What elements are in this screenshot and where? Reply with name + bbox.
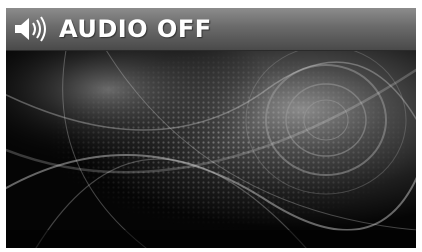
page-title: AUDIO OFF (59, 15, 212, 43)
title-bar: AUDIO OFF (6, 8, 416, 51)
speaker-icon (12, 14, 58, 44)
wallpaper (6, 45, 416, 248)
audio-screen: AUDIO OFF (6, 8, 416, 248)
